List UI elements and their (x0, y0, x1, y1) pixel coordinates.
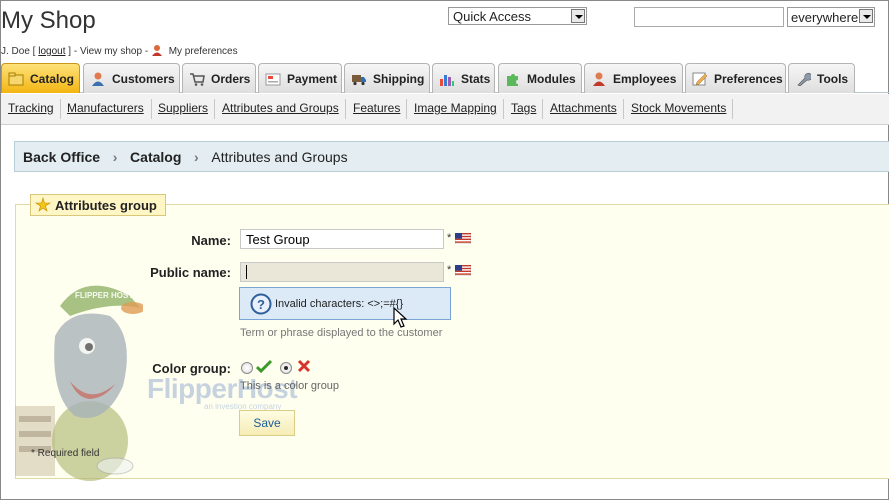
subtab-tracking[interactable]: Tracking (8, 101, 54, 115)
save-button[interactable]: Save (239, 410, 295, 436)
user-close: ] - (68, 46, 80, 57)
sub-tabs: Tracking Manufacturers Suppliers Attribu… (1, 94, 889, 125)
employees-icon (593, 72, 605, 86)
search-scope-select[interactable]: everywhere (787, 7, 875, 27)
us-flag-icon[interactable] (455, 233, 471, 244)
tab-tools[interactable]: Tools (788, 63, 855, 93)
attributes-group-icon (35, 197, 51, 212)
tab-label: Orders (211, 71, 251, 86)
color-group-label: Color group: (152, 361, 231, 376)
help-icon: ? (250, 293, 272, 314)
us-flag-icon[interactable] (455, 265, 471, 276)
tab-label: Shipping (373, 71, 425, 86)
subtab-divider (406, 99, 407, 119)
subtab-divider (60, 99, 61, 119)
search-input[interactable] (634, 7, 784, 27)
breadcrumb-catalog[interactable]: Catalog (130, 149, 181, 165)
logout-link[interactable]: logout (38, 46, 65, 57)
tab-label: Modules (527, 71, 576, 86)
orders-icon (190, 72, 205, 86)
subtab-divider (542, 99, 543, 119)
shipping-icon (352, 74, 366, 85)
tools-icon (797, 72, 811, 86)
tab-customers[interactable]: Customers (83, 63, 180, 93)
subtab-divider (151, 99, 152, 119)
mouse-cursor-icon (393, 307, 408, 328)
user-preferences-icon (151, 45, 162, 56)
subtab-divider (345, 99, 346, 119)
tab-label: Stats (461, 71, 491, 86)
tab-label: Payment (287, 71, 338, 86)
subtab-divider (503, 99, 504, 119)
tab-label: Catalog (30, 71, 75, 86)
public-name-field[interactable] (240, 262, 444, 282)
shop-title: My Shop (1, 7, 96, 34)
search-scope-value: everywhere (791, 10, 859, 25)
subtab-image-mapping[interactable]: Image Mapping (414, 101, 497, 115)
tab-label: Employees (613, 71, 677, 86)
payment-icon (265, 73, 281, 85)
legend-title: Attributes group (55, 197, 157, 213)
tooltip-text: Invalid characters: <>;=#{} (275, 297, 404, 310)
subtab-divider (732, 99, 733, 119)
public-name-hint: Term or phrase displayed to the customer (240, 327, 443, 339)
mascot-cap-text: FLIPPER HOST (75, 291, 133, 300)
required-mark: * (447, 264, 452, 276)
required-field-note: * Required field (31, 448, 100, 459)
subtab-stock-movements[interactable]: Stock Movements (631, 101, 726, 115)
name-label: Name: (191, 233, 231, 248)
color-group-hint: This is a color group (240, 380, 340, 392)
tab-modules[interactable]: Modules (498, 63, 582, 93)
subtab-tags[interactable]: Tags (511, 101, 536, 115)
tab-orders[interactable]: Orders (182, 63, 256, 93)
user-line: J. Doe [ logout ] - View my shop - My pr… (1, 44, 238, 57)
quick-access-select[interactable]: Quick Access (448, 7, 587, 25)
my-preferences-link[interactable]: My preferences (169, 46, 238, 57)
subtab-features[interactable]: Features (353, 101, 400, 115)
breadcrumb-current: Attributes and Groups (211, 148, 348, 165)
svg-text:?: ? (257, 297, 265, 312)
name-field[interactable] (240, 229, 444, 249)
chevron-right-icon: › (194, 148, 199, 165)
color-group-yes-radio[interactable] (241, 362, 253, 374)
customers-icon (92, 72, 104, 86)
tab-shipping[interactable]: Shipping (344, 63, 430, 93)
user-name: J. Doe [ (1, 46, 36, 57)
tab-stats[interactable]: Stats (432, 63, 495, 93)
text-cursor (246, 265, 247, 279)
tab-preferences[interactable]: Preferences (685, 63, 786, 93)
tab-catalog[interactable]: Catalog (1, 63, 80, 93)
check-icon[interactable] (256, 359, 272, 374)
tab-label: Preferences (714, 71, 783, 86)
public-name-label: Public name: (150, 265, 231, 280)
catalog-icon (8, 72, 24, 85)
subtab-suppliers[interactable]: Suppliers (158, 101, 208, 115)
tab-payment[interactable]: Payment (258, 63, 342, 93)
subtab-attachments[interactable]: Attachments (550, 101, 617, 115)
tab-label: Customers (112, 71, 175, 86)
tab-employees[interactable]: Employees (584, 63, 683, 93)
preferences-icon (692, 72, 708, 85)
view-shop-link[interactable]: View my shop (80, 46, 142, 57)
breadcrumb: Back Office › Catalog › Attributes and G… (14, 141, 889, 172)
chevron-down-icon (859, 9, 873, 23)
breadcrumb-back-office[interactable]: Back Office (23, 149, 100, 165)
tab-label: Tools (817, 71, 849, 86)
invalid-characters-tooltip: ? Invalid characters: <>;=#{} (239, 287, 451, 320)
cross-icon[interactable] (297, 359, 311, 373)
fieldset-legend: Attributes group (30, 194, 166, 216)
chevron-right-icon: › (112, 148, 118, 165)
subtab-divider (214, 99, 215, 119)
subtab-divider (623, 99, 624, 119)
main-tabs: Catalog Customers Orders Payment Shippin… (1, 63, 889, 93)
modules-icon (507, 73, 518, 86)
color-group-no-radio[interactable] (280, 362, 292, 374)
subtab-attributes-groups[interactable]: Attributes and Groups (222, 101, 339, 115)
stats-icon (440, 74, 454, 86)
quick-access-value: Quick Access (453, 9, 532, 24)
required-mark: * (447, 232, 452, 244)
subtab-manufacturers[interactable]: Manufacturers (67, 101, 144, 115)
chevron-down-icon (571, 9, 585, 23)
